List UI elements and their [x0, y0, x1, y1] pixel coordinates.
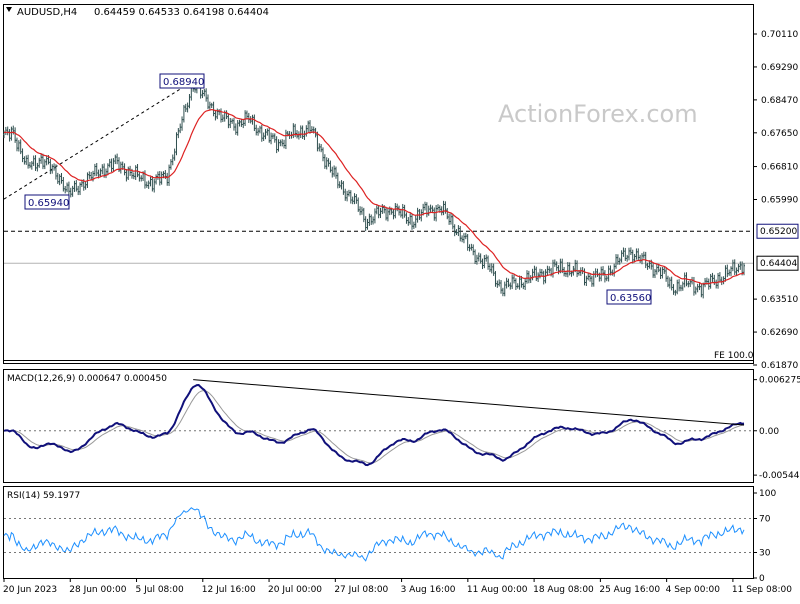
rsi-title: RSI(14) 59.1977: [7, 491, 80, 501]
rsi-series-group: 100 70 30 0: [3, 489, 776, 584]
watermark: ActionForex.com: [498, 100, 698, 128]
rsi-tick-label: 0: [759, 574, 765, 584]
time-tick-label: 18 Aug 08:00: [533, 585, 594, 595]
time-tick-label: 11 Sep 08:00: [732, 585, 792, 595]
time-tick-label: 3 Aug 16:00: [401, 585, 456, 595]
rsi-tick-label: 70: [759, 515, 771, 525]
macd-series-group: 0.006275 0.00 -0.005446: [3, 376, 800, 481]
macd-tick-label: 0.00: [759, 427, 779, 437]
price-tick-label: 0.65990: [761, 196, 798, 206]
macd-tick-label: -0.005446: [759, 471, 800, 481]
time-tick-label: 28 Jun 00:00: [69, 585, 126, 595]
price-panel-frame: [3, 4, 754, 364]
macd-main-line: [3, 383, 745, 467]
time-tick-label: 20 Jun 2023: [3, 585, 57, 595]
chart-svg: ActionForex.com AUDUSD,H4 0.64459 0.6453…: [3, 4, 800, 595]
time-tick-label: 11 Aug 00:00: [467, 585, 528, 595]
price-tick-label: 0.66810: [761, 163, 798, 173]
time-tick-label: 25 Aug 16:00: [599, 585, 660, 595]
chart-container: ActionForex.com AUDUSD,H4 0.64459 0.6453…: [0, 0, 800, 600]
resistance-level-label: 0.65200: [760, 227, 797, 237]
price-label: 0.68940: [163, 77, 204, 88]
rsi-tick-label: 30: [759, 549, 771, 559]
time-axis-group: 20 Jun 2023 28 Jun 00:00 5 Jul 08:00 12 Jul…: [3, 578, 792, 595]
price-axis-group: 0.70110 0.69290 0.68470 0.67650 0.66810 0.659…: [753, 30, 798, 371]
price-tick-label: 0.68470: [761, 96, 798, 106]
fe-annotation: FE 100.0: [714, 351, 754, 361]
price-tick-label: 0.62690: [761, 328, 798, 338]
price-tick-label: 0.69290: [761, 63, 798, 73]
header-marker-icon: [6, 7, 12, 12]
time-tick-label: 27 Jul 08:00: [334, 585, 388, 595]
price-tick-label: 0.70110: [761, 30, 798, 40]
rising-trendline: [3, 80, 194, 200]
price-tick-label: 0.61870: [761, 361, 798, 371]
macd-title: MACD(12,26,9) 0.000647 0.000450: [7, 374, 167, 384]
price-tick-label: 0.63510: [761, 295, 798, 305]
ohlc-values: 0.64459 0.64533 0.64198 0.64404: [94, 7, 269, 18]
macd-signal-line: [3, 390, 745, 464]
time-tick-label: 4 Sep 00:00: [666, 585, 721, 595]
time-tick-label: 5 Jul 08:00: [136, 585, 185, 595]
macd-panel-frame: [3, 369, 754, 483]
current-price-label: 0.64404: [760, 259, 797, 269]
price-header: AUDUSD,H4 0.64459 0.64533 0.64198 0.6440…: [6, 7, 269, 18]
macd-tick-label: 0.006275: [759, 376, 800, 386]
time-tick-label: 20 Jul 00:00: [268, 585, 322, 595]
price-label: 0.63560: [610, 293, 651, 304]
price-tick-label: 0.67650: [761, 129, 798, 139]
time-tick-label: 12 Jul 16:00: [202, 585, 256, 595]
symbol-timeframe: AUDUSD,H4: [17, 7, 77, 18]
price-label: 0.65940: [28, 198, 69, 209]
macd-trendline: [193, 379, 745, 426]
rsi-tick-label: 100: [759, 489, 776, 499]
